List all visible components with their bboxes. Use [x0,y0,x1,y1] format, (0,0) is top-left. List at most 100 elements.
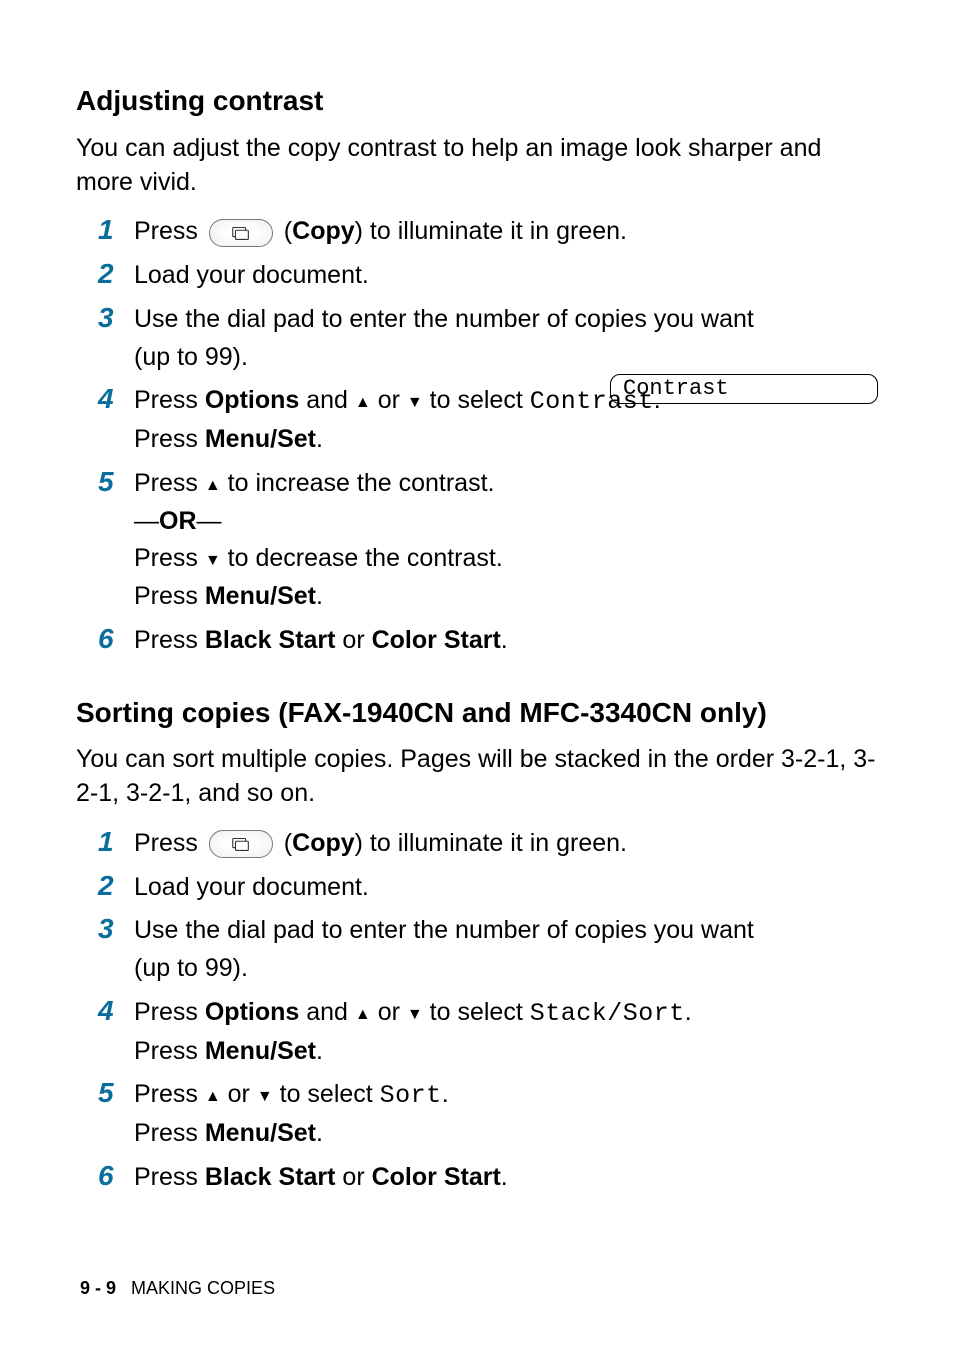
lcd-display-wrap: Contrast [610,370,878,404]
copy-label: Copy [292,829,355,857]
menuset-label: Menu/Set [205,1037,316,1065]
step-text: Press Menu/Set. [134,1117,878,1151]
text-fragment: ) to illuminate it in green. [355,217,627,245]
up-arrow-icon [205,1080,221,1108]
up-arrow-icon [205,469,221,497]
step-number: 3 [98,912,134,946]
text-fragment: Press [134,1037,205,1065]
step-text: Press to decrease the contrast. [134,542,878,576]
step-text: (up to 99). [134,952,878,986]
text-fragment: Press [134,829,205,857]
black-start-label: Black Start [205,1163,336,1191]
step-text: Press Menu/Set. [134,423,878,457]
text-fragment: Press [134,425,205,453]
step-2-4: 4 Press Options and or to select Stack/S… [98,994,878,1073]
text-fragment: Press [134,626,205,654]
step-1-1: 1 Press (Copy) to illuminate it in green… [98,213,878,253]
text-fragment: — [134,507,159,535]
text-fragment: and [299,386,355,414]
step-text: Press Menu/Set. [134,580,878,614]
text-fragment: Press [134,386,205,414]
step-text: Press Black Start or Color Start. [134,1161,878,1195]
step-number: 5 [98,465,134,499]
color-start-label: Color Start [372,1163,501,1191]
copy-label: Copy [292,217,355,245]
heading-adjusting-contrast: Adjusting contrast [76,82,878,120]
lcd-display: Contrast [610,374,878,404]
page-number: 9 - 9 [80,1278,116,1298]
text-fragment: or [371,998,407,1026]
text-fragment: or [221,1080,257,1108]
text-fragment: to select [273,1080,380,1108]
step-text: Load your document. [134,871,878,905]
step-number: 2 [98,869,134,903]
steps-list-2: 1 Press (Copy) to illuminate it in green… [76,825,878,1199]
text-fragment: Press [134,544,205,572]
step-number: 5 [98,1076,134,1110]
down-arrow-icon [257,1080,273,1108]
text-fragment: . [316,1119,323,1147]
step-text: Use the dial pad to enter the number of … [134,914,878,948]
section-sorting-copies: Sorting copies (FAX-1940CN and MFC-3340C… [76,694,878,1199]
step-number: 4 [98,382,134,416]
step-number: 6 [98,1159,134,1193]
step-text: Press or to select Sort. [134,1078,878,1113]
down-arrow-icon [205,544,221,572]
heading-sorting-copies: Sorting copies (FAX-1940CN and MFC-3340C… [76,694,878,732]
copy-button-icon [209,219,273,247]
intro-adjusting-contrast: You can adjust the copy contrast to help… [76,132,878,200]
text-fragment: or [335,1163,371,1191]
text-fragment: . [501,1163,508,1191]
or-line: —OR— [134,505,878,539]
step-text: Press Black Start or Color Start. [134,624,878,658]
text-fragment: or [371,386,407,414]
options-label: Options [205,386,299,414]
menuset-label: Menu/Set [205,425,316,453]
step-2-2: 2 Load your document. [98,869,878,909]
page-footer: 9 - 9 MAKING COPIES [80,1276,275,1300]
step-number: 2 [98,257,134,291]
up-arrow-icon [355,386,371,414]
text-fragment: . [316,425,323,453]
text-fragment: — [197,507,222,535]
text-fragment: . [442,1080,449,1108]
step-2-3: 3 Use the dial pad to enter the number o… [98,912,878,990]
step-number: 1 [98,825,134,859]
or-label: OR [159,507,197,535]
options-label: Options [205,998,299,1026]
text-fragment: ) to illuminate it in green. [355,829,627,857]
step-text: Load your document. [134,259,878,293]
step-1-6: 6 Press Black Start or Color Start. [98,622,878,662]
copy-button-icon [209,830,273,858]
up-arrow-icon [355,998,371,1026]
step-2-1: 1 Press (Copy) to illuminate it in green… [98,825,878,865]
step-1-3: 3 Use the dial pad to enter the number o… [98,301,878,379]
text-fragment: Press [134,1163,205,1191]
step-2-5: 5 Press or to select Sort. Press Menu/Se… [98,1076,878,1155]
step-text: Press Options and or to select Stack/Sor… [134,996,878,1031]
steps-list-1: 1 Press (Copy) to illuminate it in green… [76,213,878,661]
black-start-label: Black Start [205,626,336,654]
text-fragment: or [335,626,371,654]
step-text: Press to increase the contrast. [134,467,878,501]
lcd-value: Stack/Sort [530,999,685,1028]
color-start-label: Color Start [372,626,501,654]
step-2-6: 6 Press Black Start or Color Start. [98,1159,878,1199]
text-fragment: to select [423,998,530,1026]
step-text: Press (Copy) to illuminate it in green. [134,215,878,249]
step-text: Press Menu/Set. [134,1035,878,1069]
step-number: 3 [98,301,134,335]
text-fragment: Press [134,582,205,610]
text-fragment: Press [134,1119,205,1147]
menuset-label: Menu/Set [205,582,316,610]
lcd-value: Sort [380,1081,442,1110]
step-text: Press (Copy) to illuminate it in green. [134,827,878,861]
text-fragment: to select [423,386,530,414]
menuset-label: Menu/Set [205,1119,316,1147]
text-fragment: Press [134,217,205,245]
step-text: Use the dial pad to enter the number of … [134,303,878,337]
step-number: 6 [98,622,134,656]
down-arrow-icon [407,998,423,1026]
text-fragment: to decrease the contrast. [221,544,503,572]
text-fragment: Press [134,469,205,497]
